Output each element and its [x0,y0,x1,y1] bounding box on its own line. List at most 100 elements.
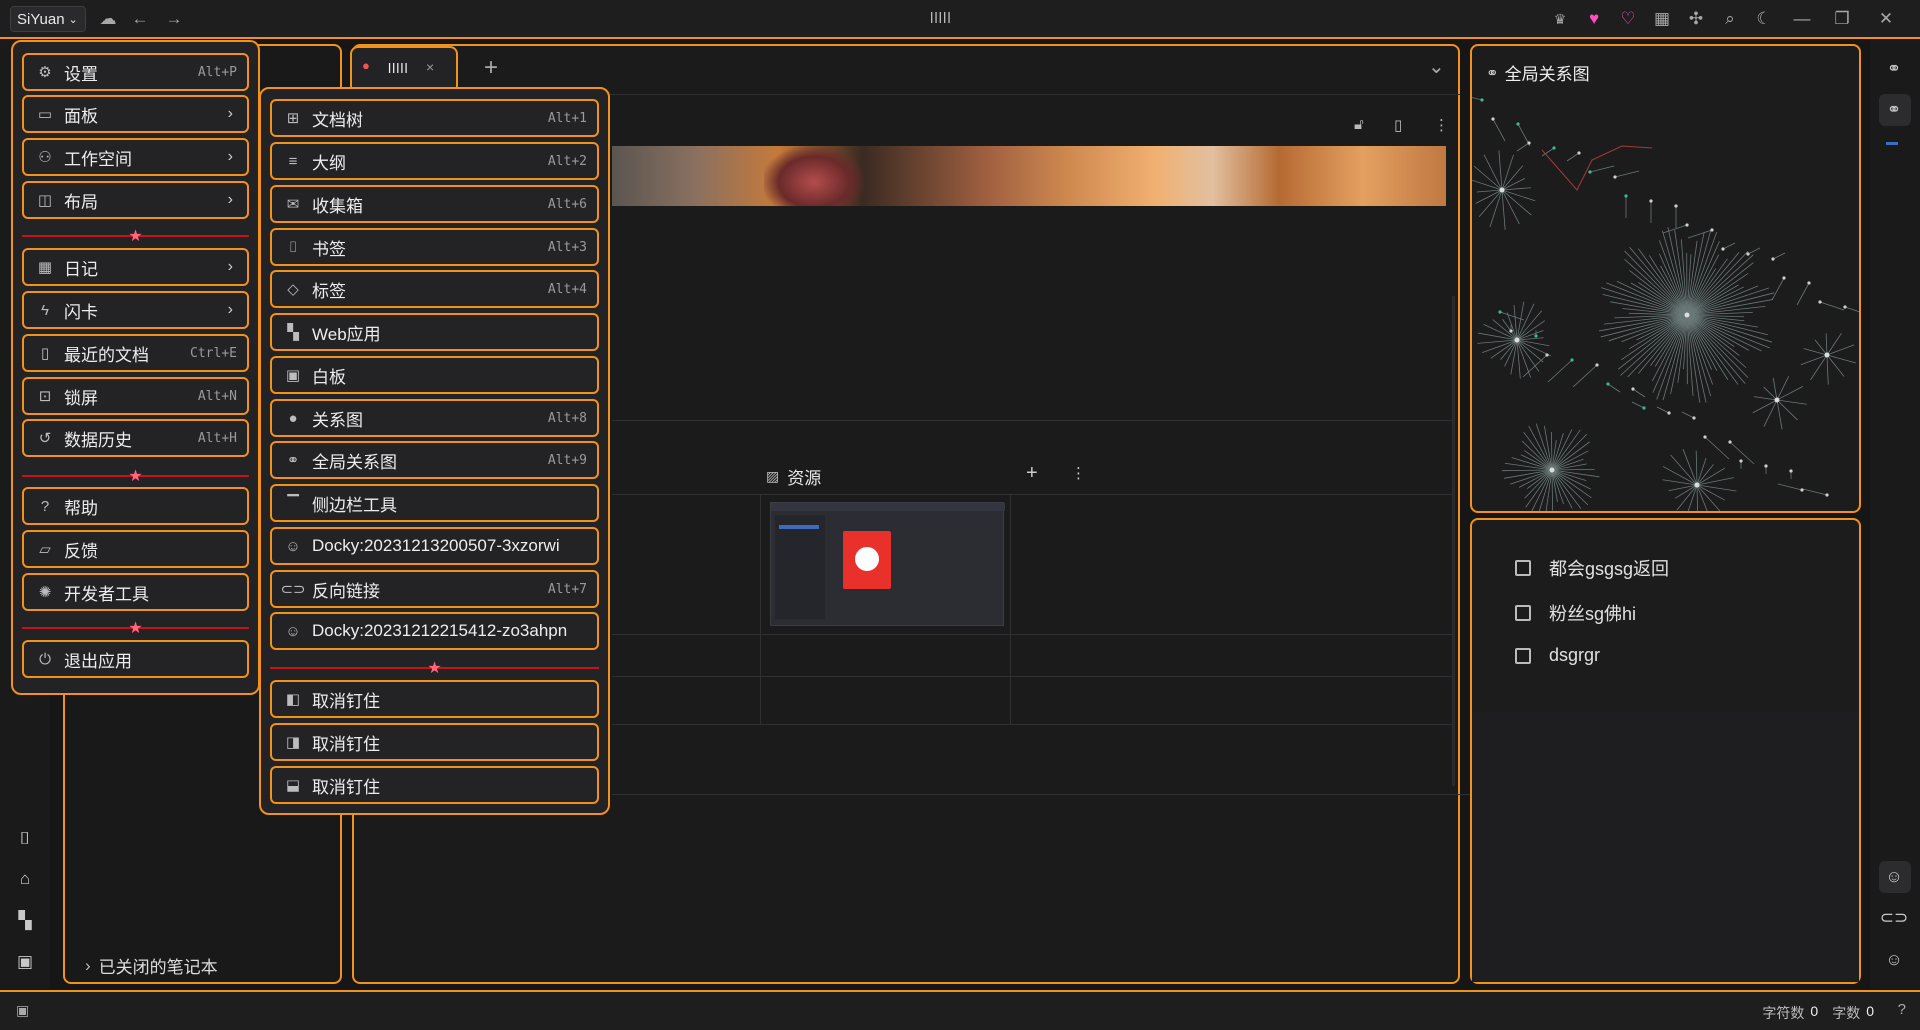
graph-node[interactable] [1588,170,1592,174]
graph-node[interactable] [1527,141,1531,145]
tag-icon[interactable]: ⌂ [13,867,37,891]
menu-item-flash[interactable]: ϟ 闪卡 › [22,291,249,329]
checkbox[interactable] [1515,560,1531,576]
checkbox[interactable] [1515,647,1531,664]
graph-node[interactable] [1534,334,1538,338]
apps-icon[interactable]: ▚ [13,909,37,933]
todo-item[interactable]: dsgrgr [1515,645,1600,666]
graph-node[interactable] [1694,482,1700,488]
graph-node[interactable] [1516,122,1520,126]
graph-node[interactable] [1552,146,1556,150]
cloud-icon[interactable]: ☁ [96,7,120,31]
menu-item-bug[interactable]: ✺ 开发者工具 [22,573,249,611]
add-tab-icon[interactable]: + [484,54,498,82]
menu-item-whiteboard[interactable]: ▣ 白板 [270,356,599,394]
graph-node[interactable] [1570,358,1574,362]
graph-node[interactable] [1491,117,1495,121]
menu-item-feedback[interactable]: ▱ 反馈 [22,530,249,568]
menu-item-unpin-right[interactable]: ◨ 取消钉住 [270,723,599,761]
graph-node[interactable] [1764,464,1768,468]
more-icon[interactable]: ⋮ [1434,116,1449,134]
menu-item-smile[interactable]: ☺ Docky:20231213200507-3xzorwi [270,527,599,565]
table-more-icon[interactable]: ⋮ [1071,464,1086,482]
menu-item-graph[interactable]: ● 关系图 Alt+8 [270,399,599,437]
menu-item-global-graph[interactable]: ⚭ 全局关系图 Alt+9 [270,441,599,479]
tab-close-icon[interactable]: × [426,59,434,75]
sidebar-tool-icon[interactable] [1886,142,1898,145]
maximize-icon[interactable]: ❐ [1830,7,1854,31]
graph-node[interactable] [1631,387,1635,391]
heart-outline-icon[interactable]: ♡ [1616,7,1640,31]
graph-node[interactable] [1613,175,1617,179]
menu-item-tag[interactable]: ◇ 标签 Alt+4 [270,270,599,308]
menu-item-smile[interactable]: ☺ Docky:20231212215412-zo3ahpn [270,612,599,650]
help-icon[interactable]: ? [1898,1001,1906,1018]
graph-node[interactable] [1624,194,1628,198]
graph-node[interactable] [1789,469,1793,473]
graph-node[interactable] [1692,416,1696,420]
crown-icon[interactable]: ♛ [1548,7,1572,31]
search-icon[interactable]: ⌕ [1718,7,1742,31]
menu-item-link[interactable]: ⊂⊃ 反向链接 Alt+7 [270,570,599,608]
back-icon[interactable]: ← [128,7,152,31]
graph-node[interactable] [1710,228,1714,232]
menu-item-file[interactable]: ▯ 最近的文档 Ctrl+E [22,334,249,372]
graph-node[interactable] [1825,493,1829,497]
graph-node[interactable] [1499,187,1505,193]
link-icon[interactable]: ⊂⊃ [1880,906,1909,930]
menu-item-sidebar-tool[interactable]: ▔ 侧边栏工具 [270,484,599,522]
tab-list-chevron-icon[interactable]: ⌄ [1428,54,1445,79]
menu-item-gear[interactable]: ⚙ 设置 Alt+P [22,53,249,91]
graph-node[interactable] [1514,337,1520,343]
graph-node[interactable] [1771,257,1775,261]
menu-item-inbox[interactable]: ✉ 收集箱 Alt+6 [270,185,599,223]
graph-node[interactable] [1606,382,1610,386]
menu-item-history[interactable]: ↺ 数据历史 Alt+H [22,419,249,457]
graph-node[interactable] [1818,300,1822,304]
graph-node[interactable] [1739,459,1743,463]
workspace-menu-button[interactable]: SiYuan ⌄ [10,6,86,32]
smile-icon[interactable]: ☺ [1882,948,1906,972]
graph-node[interactable] [1480,98,1484,102]
heart-filled-icon[interactable]: ♥ [1582,7,1606,31]
graph-node[interactable] [1649,199,1653,203]
puzzle-icon[interactable]: ✣ [1684,7,1708,31]
graph-canvas[interactable] [1472,90,1861,513]
menu-item-unpin-bottom[interactable]: ⬓ 取消钉住 [270,766,599,804]
grid-icon[interactable]: ▦ [1650,7,1674,31]
graph-node[interactable] [1703,435,1707,439]
graph-node[interactable] [1728,440,1732,444]
menu-item-bookmark[interactable]: ⌷ 书签 Alt+3 [270,228,599,266]
dock-toggle-icon[interactable]: ▣ [16,1002,29,1019]
closed-notebooks-toggle[interactable]: › 已关闭的笔记本 [85,953,218,978]
menu-item-outline[interactable]: ≡ 大纲 Alt+2 [270,142,599,180]
graph-node[interactable] [1685,223,1689,227]
graph-node[interactable] [1498,310,1502,314]
graph-node[interactable] [1843,305,1847,309]
graph-node[interactable] [1782,276,1786,280]
graph-node[interactable] [1774,397,1780,403]
graph-node[interactable] [1667,411,1671,415]
close-icon[interactable]: ✕ [1874,7,1898,31]
graph-node[interactable] [1746,252,1750,256]
graph-node[interactable] [1684,312,1690,318]
graph-node[interactable] [1824,352,1830,358]
whiteboard-icon[interactable]: ▣ [13,950,37,974]
minimize-icon[interactable]: — [1790,7,1814,31]
menu-item-apps[interactable]: ▚ Web应用 [270,313,599,351]
bookmark-icon[interactable]: ⌷ [13,827,37,851]
graph-node[interactable] [1545,353,1549,357]
menu-item-tree[interactable]: ⊞ 文档树 Alt+1 [270,99,599,137]
graph-node[interactable] [1509,329,1513,333]
graph-node[interactable] [1595,363,1599,367]
menu-item-layout[interactable]: ◫ 布局 › [22,181,249,219]
menu-item-panel[interactable]: ▭ 面板 › [22,95,249,133]
menu-item-help[interactable]: ? 帮助 [22,487,249,525]
checkbox[interactable] [1515,605,1531,621]
graph-node[interactable] [1642,406,1646,410]
forward-icon[interactable]: → [162,7,186,31]
global-graph-icon[interactable]: ⚭ [1882,98,1906,122]
doc-icon[interactable]: ▯ [1394,116,1402,134]
graph-node[interactable] [1721,247,1725,251]
graph-node[interactable] [1807,281,1811,285]
